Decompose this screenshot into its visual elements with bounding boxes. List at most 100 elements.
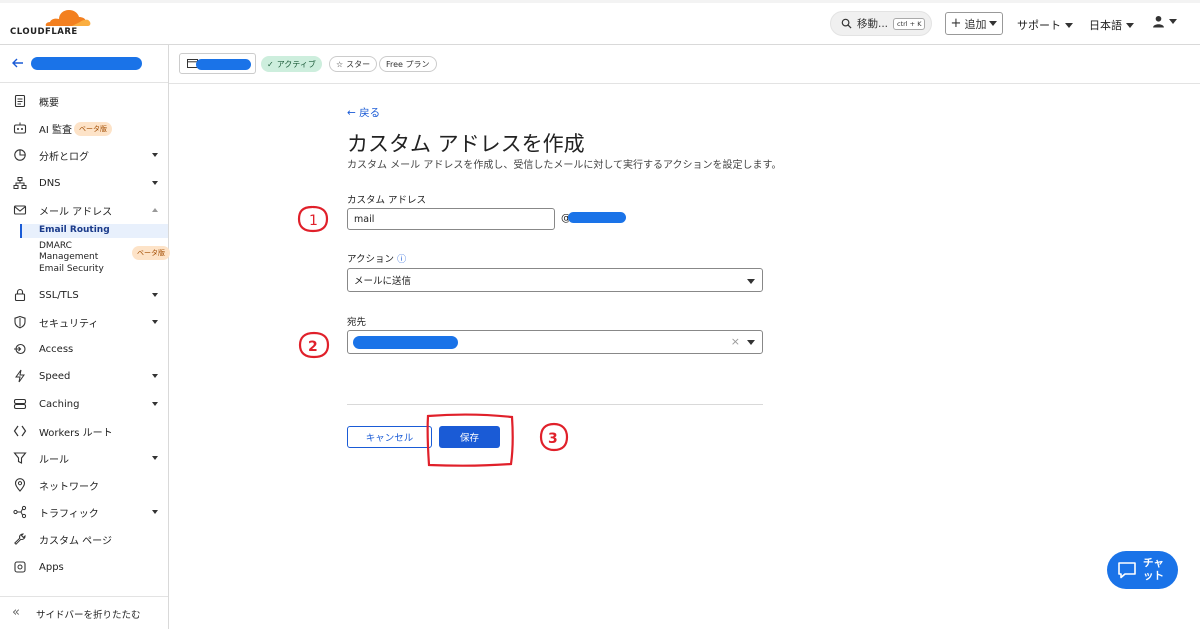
- sidebar-item-apps[interactable]: Apps: [0, 556, 168, 578]
- sidebar-subitem-dmarc[interactable]: DMARC Management: [20, 241, 110, 263]
- sidebar-item-label: Workers ルート: [39, 427, 113, 439]
- beta-badge: ベータ版: [132, 246, 170, 260]
- search-button[interactable]: 移動... ctrl + K: [830, 11, 932, 36]
- database-icon: [13, 398, 27, 410]
- sidebar-item-traffic[interactable]: トラフィック: [0, 501, 168, 523]
- action-select[interactable]: メールに送信: [347, 268, 763, 292]
- bolt-icon: [15, 369, 25, 383]
- sidebar-item-rules[interactable]: ルール: [0, 447, 168, 469]
- save-button[interactable]: 保存: [439, 426, 500, 448]
- add-button[interactable]: + 追加: [945, 12, 1003, 35]
- sidebar-item-ssl[interactable]: SSL/TLS: [0, 284, 168, 306]
- sidebar-item-label: ネットワーク: [39, 481, 99, 493]
- page-description: カスタム メール アドレスを作成し、受信したメールに対して実行するアクションを設…: [347, 160, 782, 171]
- double-chevron-left-icon: «: [12, 605, 20, 620]
- arrow-left-icon: ←: [347, 107, 360, 119]
- chevron-down-icon: [152, 456, 158, 460]
- cloudflare-logo[interactable]: CLOUDFLARE: [10, 10, 91, 38]
- sidebar-item-caching[interactable]: Caching: [0, 393, 168, 415]
- bot-icon: [13, 122, 27, 134]
- sidebar-item-label: ルール: [39, 454, 69, 466]
- sidebar-item-dns[interactable]: DNS: [0, 172, 168, 194]
- sidebar-subitem-label: DMARC Management: [39, 241, 99, 262]
- sidebar-item-ai-audit[interactable]: AI 監査 ベータ版: [0, 117, 168, 139]
- clear-icon[interactable]: ×: [731, 335, 740, 348]
- sidebar-item-label: Caching: [39, 398, 80, 410]
- page-title: カスタム アドレスを作成: [347, 132, 585, 156]
- sidebar-item-workers-routes[interactable]: Workers ルート: [0, 420, 168, 442]
- zone-selector[interactable]: [179, 53, 256, 74]
- sidebar-item-network[interactable]: ネットワーク: [0, 474, 168, 496]
- custom-address-label: カスタム アドレス: [347, 195, 427, 206]
- sidebar-item-custom-pages[interactable]: カスタム ページ: [0, 528, 168, 550]
- sidebar-item-overview[interactable]: 概要: [0, 90, 168, 112]
- star-icon: ☆: [336, 59, 344, 69]
- chevron-down-icon: [152, 510, 158, 514]
- sidebar-item-label: セキュリティ: [39, 318, 99, 330]
- sidebar-item-label: 概要: [39, 97, 59, 109]
- custom-address-input[interactable]: mail: [347, 208, 555, 230]
- sidebar: 概要 AI 監査 ベータ版 分析とログ DNS メール アドレス Email R…: [0, 45, 170, 629]
- sidebar-item-label: 分析とログ: [39, 151, 89, 163]
- lock-icon: [14, 288, 26, 302]
- arrow-left-icon[interactable]: [12, 58, 24, 68]
- language-menu[interactable]: 日本語: [1089, 17, 1134, 33]
- logo-wordmark: CLOUDFLARE: [10, 27, 78, 37]
- support-menu[interactable]: サポート: [1017, 17, 1073, 33]
- plan-badge[interactable]: Free プラン: [379, 56, 437, 72]
- sidebar-item-label: Speed: [39, 370, 71, 382]
- funnel-icon: [13, 452, 27, 464]
- redacted-destination: [353, 336, 458, 349]
- status-badge: ✓ アクティブ: [261, 56, 322, 72]
- redacted-account-name: [31, 57, 142, 70]
- sidebar-item-analytics[interactable]: 分析とログ: [0, 144, 168, 166]
- plus-icon: +: [950, 16, 962, 31]
- sidebar-item-security[interactable]: セキュリティ: [0, 311, 168, 333]
- sidebar-item-label: AI 監査: [39, 124, 72, 136]
- star-button[interactable]: ☆ スター: [329, 56, 378, 72]
- info-icon[interactable]: ⓘ: [397, 255, 406, 265]
- sidebar-item-speed[interactable]: Speed: [0, 365, 168, 387]
- search-shortcut: ctrl + K: [893, 17, 926, 30]
- network-icon: [13, 177, 27, 189]
- chevron-down-icon: [1169, 19, 1177, 24]
- chevron-down-icon: [1126, 22, 1134, 28]
- document-icon: [14, 94, 26, 108]
- sidebar-item-access[interactable]: Access: [0, 338, 168, 360]
- sidebar-collapse-button[interactable]: « サイドバーを折りたたむ: [0, 596, 168, 629]
- sidebar-subitem-email-security[interactable]: Email Security: [20, 264, 168, 274]
- sidebar-item-label: カスタム ページ: [39, 535, 112, 547]
- chat-button[interactable]: チャ ット: [1107, 551, 1178, 589]
- sidebar-subitem-email-routing[interactable]: Email Routing: [20, 224, 168, 238]
- sidebar-item-label: DNS: [39, 177, 61, 189]
- redacted-zone-name: [196, 59, 251, 70]
- sidebar-subitem-label: Email Routing: [39, 225, 110, 235]
- main-content: ← 戻る カスタム アドレスを作成 カスタム メール アドレスを作成し、受信した…: [169, 84, 1200, 629]
- beta-badge: ベータ版: [74, 122, 112, 136]
- wrench-icon: [14, 533, 26, 545]
- shield-icon: [14, 315, 26, 329]
- chevron-down-icon: [152, 402, 158, 406]
- sidebar-item-label: トラフィック: [39, 508, 99, 520]
- form-divider: [347, 404, 763, 405]
- user-menu[interactable]: [1152, 15, 1177, 28]
- destination-select[interactable]: ×: [347, 330, 763, 354]
- chevron-down-icon: [1065, 22, 1073, 28]
- access-icon: [14, 343, 26, 355]
- sidebar-item-email[interactable]: メール アドレス: [0, 199, 168, 221]
- chevron-down-icon: [152, 320, 158, 324]
- language-label: 日本語: [1089, 19, 1122, 32]
- chevron-down-icon: [989, 21, 998, 26]
- search-icon: [841, 18, 852, 29]
- back-link[interactable]: ← 戻る: [347, 105, 380, 120]
- sidebar-subitem-label: Email Security: [39, 264, 104, 274]
- cloud-logo-icon: [45, 10, 91, 26]
- share-icon: [13, 505, 27, 519]
- search-label: 移動...: [857, 18, 889, 30]
- zone-bar: ✓ アクティブ ☆ スター Free プラン: [169, 45, 1200, 84]
- chevron-down-icon: [747, 340, 755, 345]
- sidebar-item-label: メール アドレス: [39, 206, 113, 218]
- chevron-down-icon: [152, 153, 158, 157]
- add-label: 追加: [964, 17, 987, 31]
- cancel-button[interactable]: キャンセル: [347, 426, 432, 448]
